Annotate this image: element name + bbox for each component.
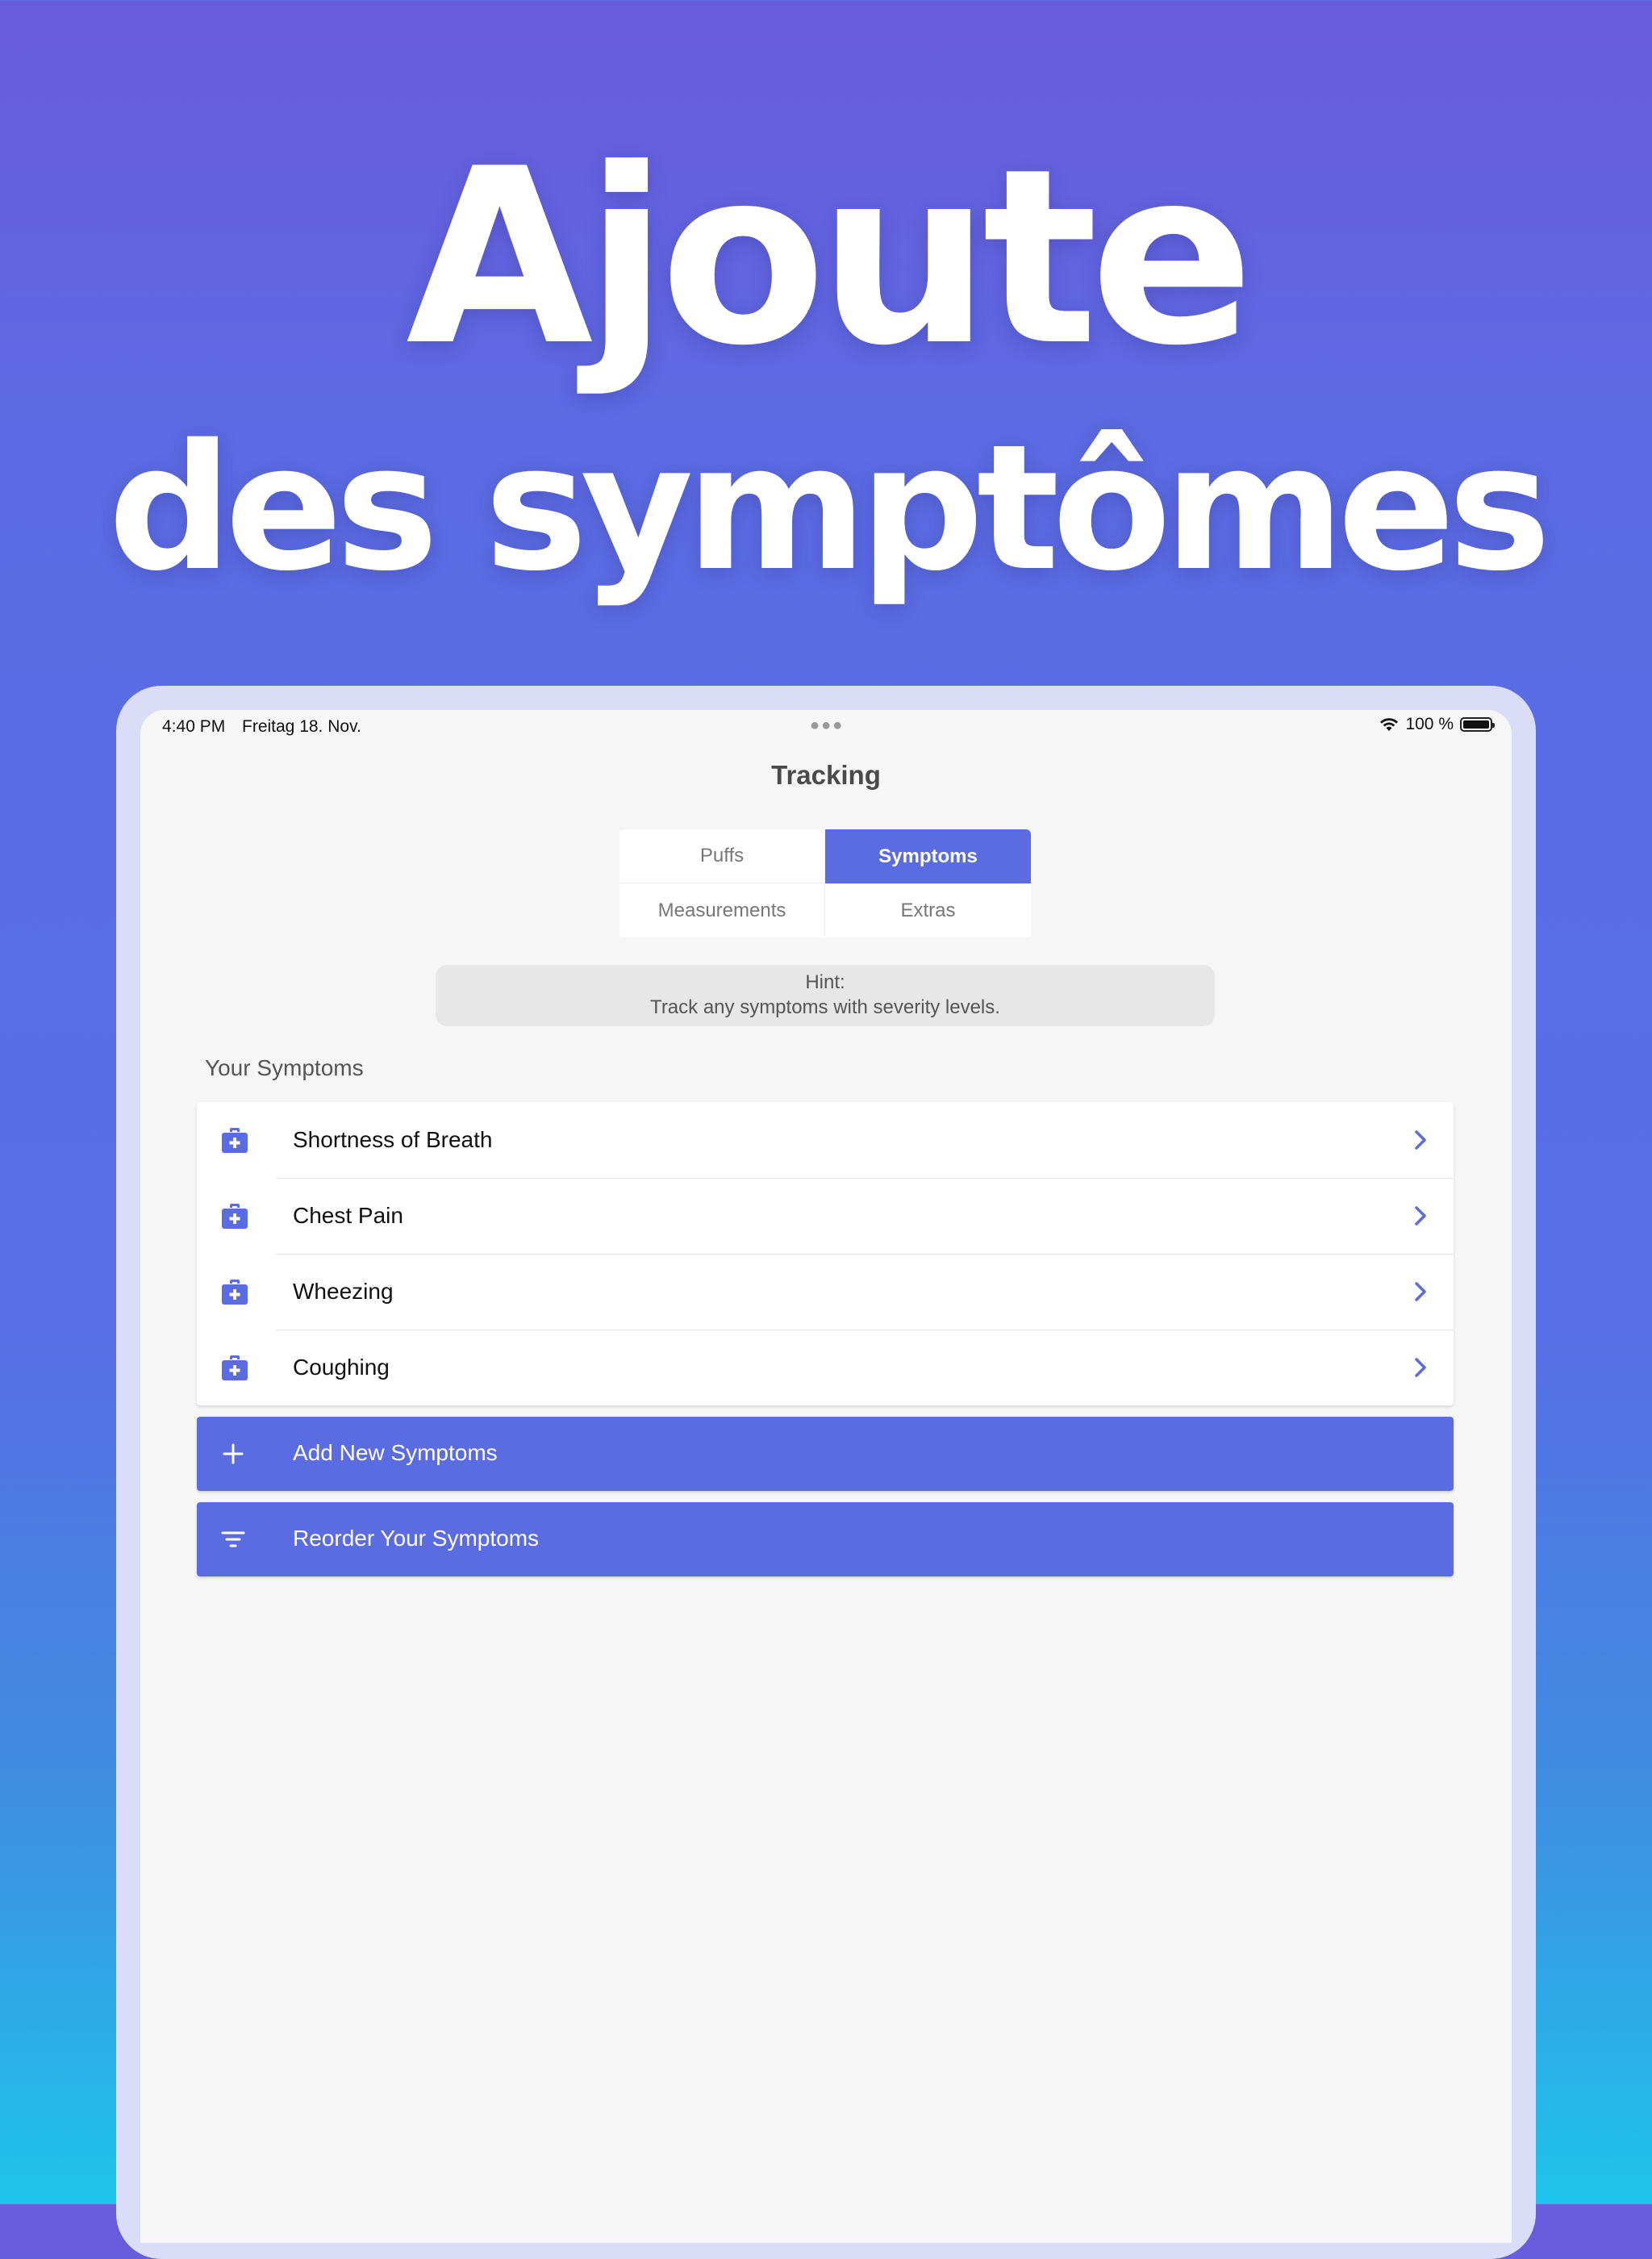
symptoms-list: Shortness of Breath Chest Pain Wheezing	[197, 1102, 1454, 1405]
add-new-symptoms-button[interactable]: Add New Symptoms	[197, 1417, 1454, 1491]
page-title: Tracking	[771, 760, 881, 790]
status-time: 4:40 PM	[162, 717, 226, 736]
headline-line-1: Ajoute	[406, 117, 1254, 399]
tab-extras[interactable]: Extras	[825, 883, 1031, 937]
list-item[interactable]: Coughing	[197, 1330, 1454, 1405]
battery-icon	[1460, 717, 1495, 732]
plus-icon	[223, 1443, 244, 1464]
tracking-segmented-control: Puffs Symptoms Measurements Extras	[620, 829, 1031, 937]
battery-percentage: 100 %	[1405, 715, 1454, 733]
reorder-symptoms-button[interactable]: Reorder Your Symptoms	[197, 1502, 1454, 1576]
add-new-symptoms-label: Add New Symptoms	[293, 1440, 498, 1465]
status-indicators: 100 %	[1379, 715, 1495, 734]
hint-box: Hint: Track any symptoms with severity l…	[436, 965, 1215, 1026]
app-screen: 4:40 PM Freitag 18. Nov. ●●● 100 % Track…	[140, 710, 1512, 2243]
tab-puffs[interactable]: Puffs	[620, 829, 825, 883]
chevron-right-icon	[1415, 1130, 1426, 1150]
chevron-right-icon	[1415, 1282, 1426, 1301]
hint-text: Track any symptoms with severity levels.	[650, 996, 1000, 1018]
headline-line-2: des symptômes	[108, 407, 1551, 609]
list-item[interactable]: Wheezing	[197, 1254, 1454, 1330]
chevron-right-icon	[1415, 1358, 1426, 1377]
list-item[interactable]: Shortness of Breath	[197, 1102, 1454, 1178]
symptom-label: Chest Pain	[293, 1203, 403, 1228]
wifi-icon	[1380, 718, 1399, 731]
symptom-label: Coughing	[293, 1355, 390, 1380]
medical-bag-icon	[222, 1128, 248, 1153]
status-bar: 4:40 PM Freitag 18. Nov. ●●● 100 %	[140, 710, 1512, 745]
battery-level	[1463, 720, 1489, 729]
sort-icon	[221, 1531, 245, 1547]
medical-bag-icon	[222, 1204, 248, 1229]
section-header: Your Symptoms	[205, 1055, 364, 1080]
medical-bag-icon	[222, 1280, 248, 1305]
multitasking-dots-icon[interactable]: ●●●	[810, 716, 844, 735]
medical-bag-icon	[222, 1355, 248, 1380]
reorder-symptoms-label: Reorder Your Symptoms	[293, 1526, 540, 1551]
list-item[interactable]: Chest Pain	[197, 1178, 1454, 1254]
symptom-label: Wheezing	[293, 1279, 394, 1304]
hint-title: Hint:	[805, 971, 845, 993]
symptom-label: Shortness of Breath	[293, 1127, 493, 1152]
status-date: Freitag 18. Nov.	[242, 717, 361, 736]
chevron-right-icon	[1415, 1206, 1426, 1226]
tab-symptoms[interactable]: Symptoms	[825, 829, 1031, 883]
tab-measurements[interactable]: Measurements	[620, 883, 825, 937]
